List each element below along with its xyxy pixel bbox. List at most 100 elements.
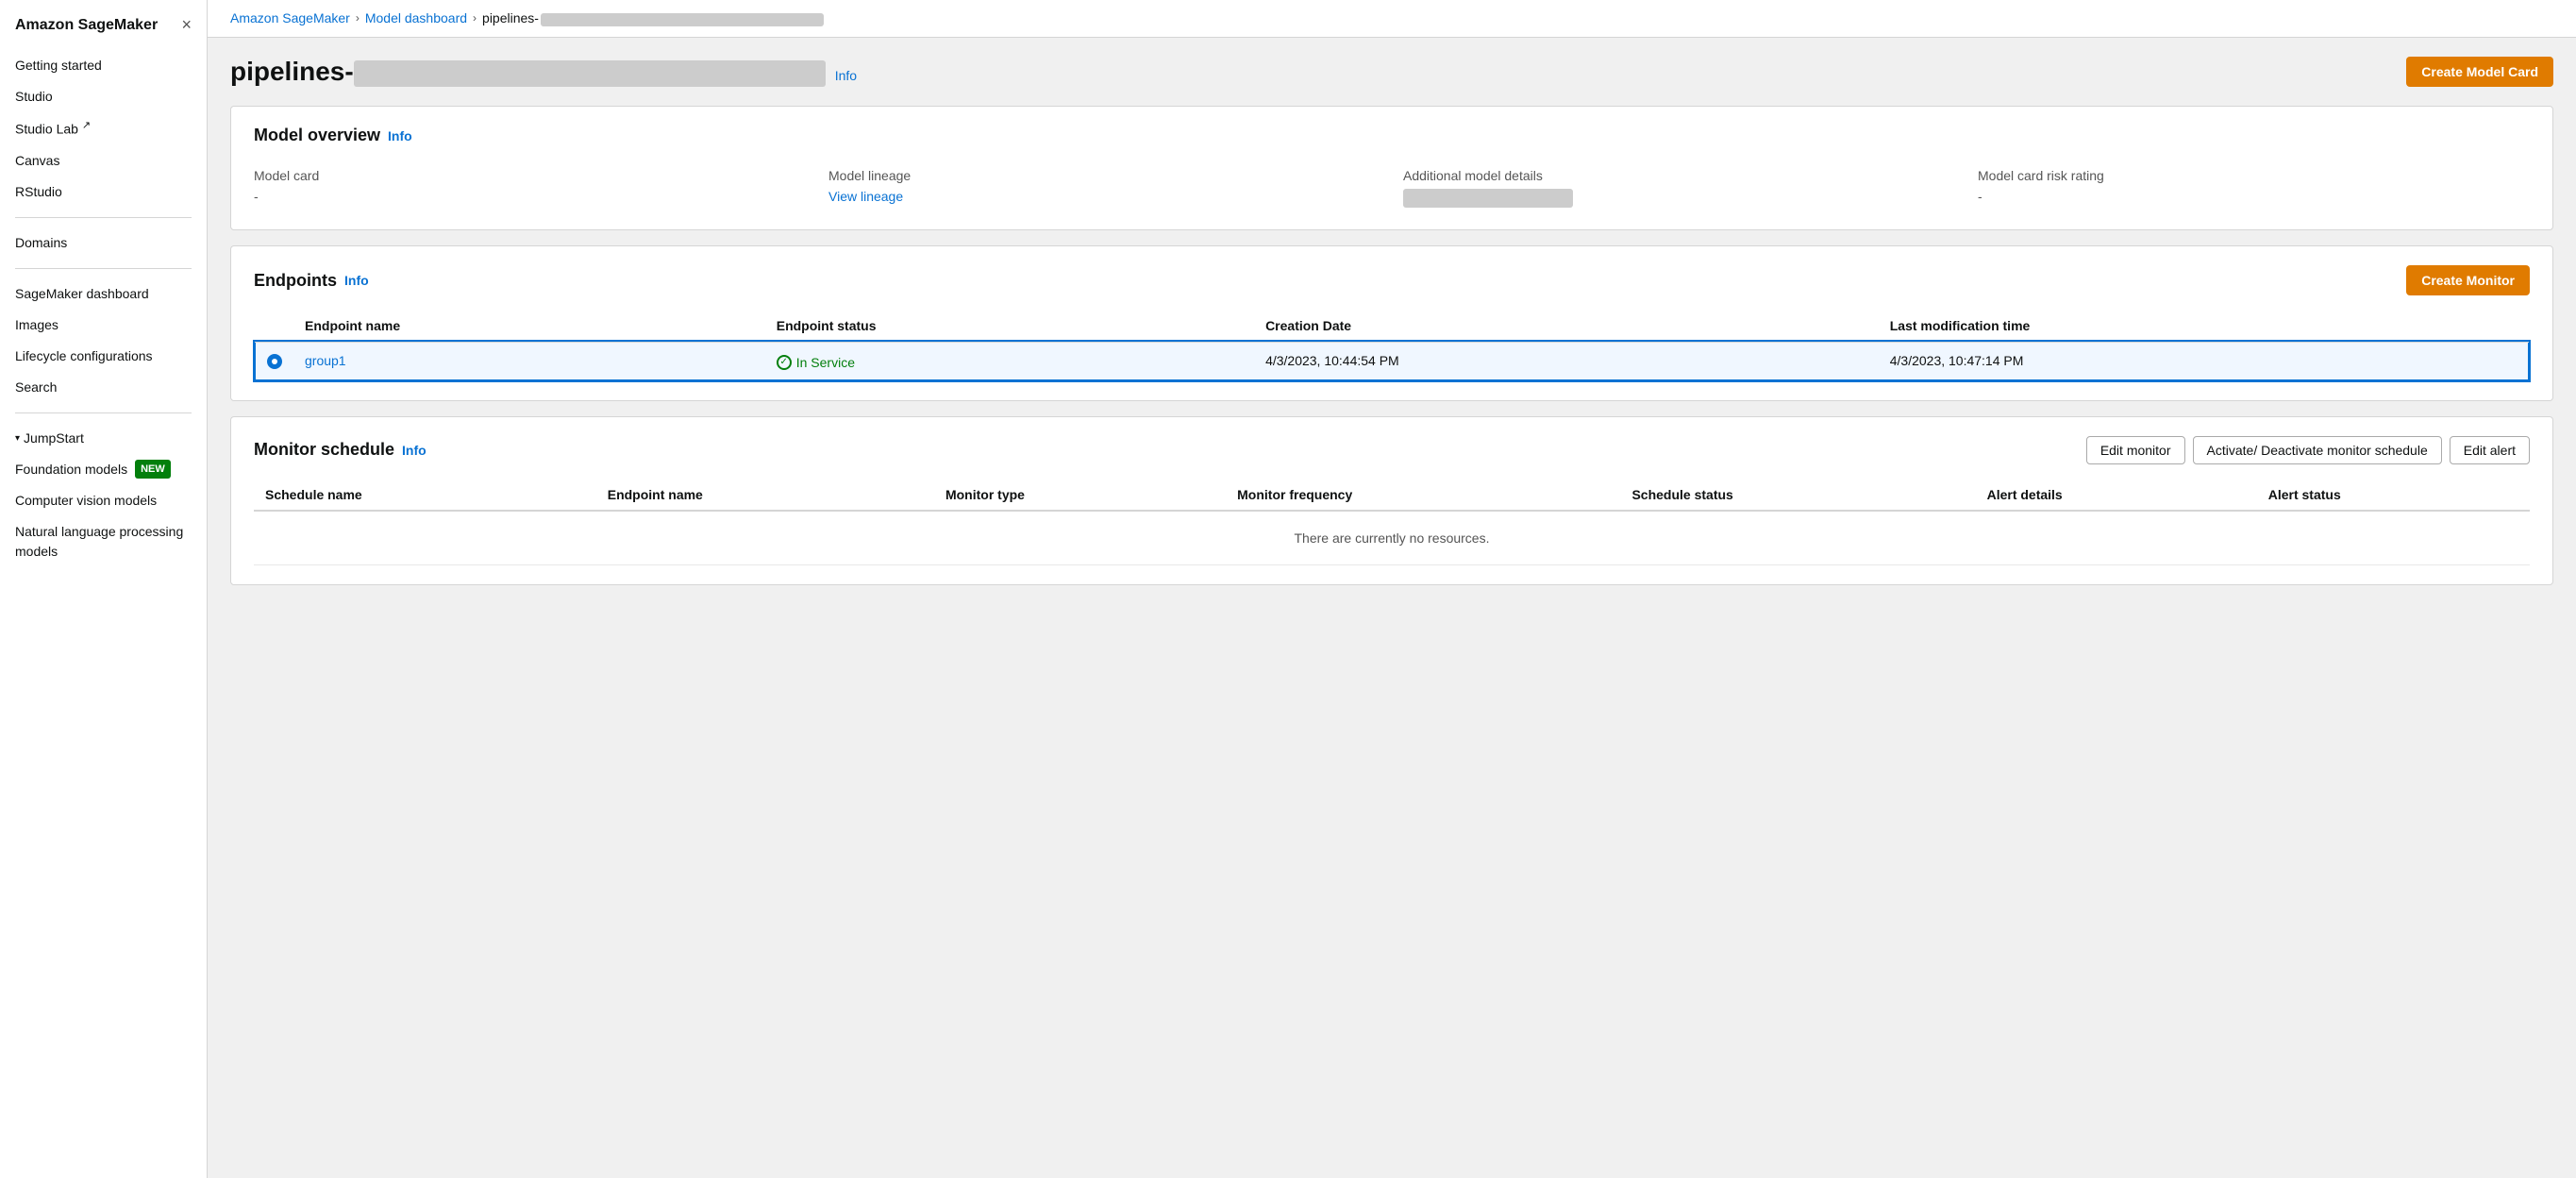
model-overview-info-link[interactable]: Info — [388, 128, 412, 143]
sidebar-item-foundation-models[interactable]: Foundation models NEW — [0, 454, 207, 485]
model-overview-grid: Model card - Model lineage View lineage … — [254, 160, 2530, 210]
page-title: pipelines- — [230, 57, 826, 87]
model-overview-card: Model overview Info Model card - Model l… — [230, 106, 2553, 230]
breadcrumb-sagemaker[interactable]: Amazon SageMaker — [230, 10, 350, 25]
sidebar-item-jumpstart[interactable]: ▾ JumpStart — [0, 423, 207, 454]
sidebar-header: Amazon SageMaker × — [0, 15, 207, 50]
page-info-link[interactable]: Info — [835, 68, 857, 83]
page-title-row: pipelines- Info Create Model Card — [230, 57, 2553, 87]
breadcrumb: Amazon SageMaker › Model dashboard › pip… — [230, 10, 824, 25]
endpoints-info-link[interactable]: Info — [344, 273, 369, 288]
model-lineage-col: Model lineage View lineage — [828, 168, 1380, 210]
sidebar: Amazon SageMaker × Getting started Studi… — [0, 0, 208, 1178]
additional-model-details-value — [1403, 189, 1955, 210]
endpoints-title: Endpoints Info — [254, 271, 369, 291]
table-row[interactable]: group1 ✓ In Service 4/3/2023, 10:44:54 P… — [255, 342, 2529, 380]
endpoint-name-link[interactable]: group1 — [305, 353, 346, 368]
endpoints-card: Endpoints Info Create Monitor Endpoint n… — [230, 245, 2553, 401]
endpoints-table: Endpoint name Endpoint status Creation D… — [254, 311, 2530, 381]
additional-details-redacted-bar — [1403, 189, 1573, 208]
monitor-actions: Edit monitor Activate/ Deactivate monito… — [2086, 436, 2530, 464]
model-card-label: Model card — [254, 168, 806, 183]
monitor-empty-message: There are currently no resources. — [254, 511, 2530, 565]
endpoints-col-select — [255, 311, 293, 342]
monitor-col-frequency: Monitor frequency — [1226, 480, 1620, 511]
endpoint-creation-date-cell: 4/3/2023, 10:44:54 PM — [1254, 342, 1879, 380]
sidebar-item-nlp-models[interactable]: Natural language processing models — [0, 516, 207, 567]
sidebar-divider-3 — [15, 412, 192, 413]
sidebar-close-button[interactable]: × — [181, 15, 192, 35]
breadcrumb-redacted-bar — [541, 13, 824, 26]
radio-button-inner — [272, 359, 277, 364]
edit-monitor-button[interactable]: Edit monitor — [2086, 436, 2185, 464]
new-badge: NEW — [135, 460, 171, 480]
sidebar-item-lifecycle-configurations[interactable]: Lifecycle configurations — [0, 341, 207, 372]
topbar: Amazon SageMaker › Model dashboard › pip… — [208, 0, 2576, 38]
page-title-left: pipelines- Info — [230, 57, 857, 87]
status-checkmark-icon: ✓ — [777, 355, 792, 370]
sidebar-item-rstudio[interactable]: RStudio — [0, 177, 207, 208]
model-overview-title: Model overview Info — [254, 126, 412, 145]
sidebar-title: Amazon SageMaker — [15, 17, 158, 34]
model-card-risk-rating-col: Model card risk rating - — [1978, 168, 2530, 210]
monitor-col-schedule-status: Schedule status — [1620, 480, 1975, 511]
sidebar-divider-1 — [15, 217, 192, 218]
model-card-risk-rating-value: - — [1978, 189, 2530, 204]
create-monitor-button[interactable]: Create Monitor — [2406, 265, 2530, 295]
endpoint-last-modified-cell: 4/3/2023, 10:47:14 PM — [1879, 342, 2529, 380]
endpoints-col-status: Endpoint status — [765, 311, 1254, 342]
monitor-col-schedule-name: Schedule name — [254, 480, 596, 511]
monitor-schedule-header: Monitor schedule Info Edit monitor Activ… — [254, 436, 2530, 464]
page-title-redacted-bar — [354, 60, 826, 87]
monitor-col-alert-status: Alert status — [2257, 480, 2530, 511]
endpoint-status-cell: ✓ In Service — [765, 342, 1254, 380]
endpoint-row-radio[interactable] — [255, 342, 293, 380]
monitor-schedule-info-link[interactable]: Info — [402, 443, 427, 458]
endpoints-col-modified: Last modification time — [1879, 311, 2529, 342]
monitor-empty-row: There are currently no resources. — [254, 511, 2530, 565]
endpoint-status: ✓ In Service — [777, 355, 855, 370]
sidebar-item-computer-vision-models[interactable]: Computer vision models — [0, 485, 207, 516]
radio-button[interactable] — [267, 354, 282, 369]
sidebar-item-domains[interactable]: Domains — [0, 227, 207, 259]
sidebar-item-getting-started[interactable]: Getting started — [0, 50, 207, 81]
endpoint-name-cell: group1 — [293, 342, 765, 380]
additional-model-details-label: Additional model details — [1403, 168, 1955, 183]
sidebar-item-studio-lab[interactable]: Studio Lab ↗ — [0, 112, 207, 145]
external-link-icon: ↗ — [82, 120, 91, 131]
model-lineage-label: Model lineage — [828, 168, 1380, 183]
endpoints-col-creation: Creation Date — [1254, 311, 1879, 342]
breadcrumb-model-dashboard[interactable]: Model dashboard — [365, 10, 467, 25]
sidebar-item-canvas[interactable]: Canvas — [0, 145, 207, 177]
monitor-col-monitor-type: Monitor type — [934, 480, 1226, 511]
main-content: Amazon SageMaker › Model dashboard › pip… — [208, 0, 2576, 1178]
monitor-schedule-table: Schedule name Endpoint name Monitor type… — [254, 480, 2530, 565]
breadcrumb-sep-2: › — [473, 11, 477, 25]
breadcrumb-sep-1: › — [356, 11, 360, 25]
monitor-schedule-card: Monitor schedule Info Edit monitor Activ… — [230, 416, 2553, 585]
sidebar-item-studio[interactable]: Studio — [0, 81, 207, 112]
monitor-col-alert-details: Alert details — [1976, 480, 2257, 511]
create-model-card-button[interactable]: Create Model Card — [2406, 57, 2553, 87]
sidebar-item-sagemaker-dashboard[interactable]: SageMaker dashboard — [0, 278, 207, 310]
monitor-schedule-title: Monitor schedule Info — [254, 440, 427, 460]
sidebar-divider-2 — [15, 268, 192, 269]
endpoints-table-header-row: Endpoint name Endpoint status Creation D… — [255, 311, 2529, 342]
model-overview-header: Model overview Info — [254, 126, 2530, 145]
content-area: pipelines- Info Create Model Card Model … — [208, 38, 2576, 1178]
model-card-col: Model card - — [254, 168, 806, 210]
endpoints-col-name: Endpoint name — [293, 311, 765, 342]
sidebar-item-search[interactable]: Search — [0, 372, 207, 403]
model-lineage-value: View lineage — [828, 189, 1380, 204]
model-card-value: - — [254, 189, 806, 204]
edit-alert-button[interactable]: Edit alert — [2450, 436, 2530, 464]
additional-model-details-col: Additional model details — [1403, 168, 1955, 210]
breadcrumb-current: pipelines- — [482, 10, 824, 25]
monitor-schedule-header-row: Schedule name Endpoint name Monitor type… — [254, 480, 2530, 511]
jumpstart-arrow-icon: ▾ — [15, 431, 20, 446]
view-lineage-link[interactable]: View lineage — [828, 189, 903, 204]
activate-deactivate-button[interactable]: Activate/ Deactivate monitor schedule — [2193, 436, 2442, 464]
endpoints-header: Endpoints Info Create Monitor — [254, 265, 2530, 295]
model-card-risk-rating-label: Model card risk rating — [1978, 168, 2530, 183]
sidebar-item-images[interactable]: Images — [0, 310, 207, 341]
